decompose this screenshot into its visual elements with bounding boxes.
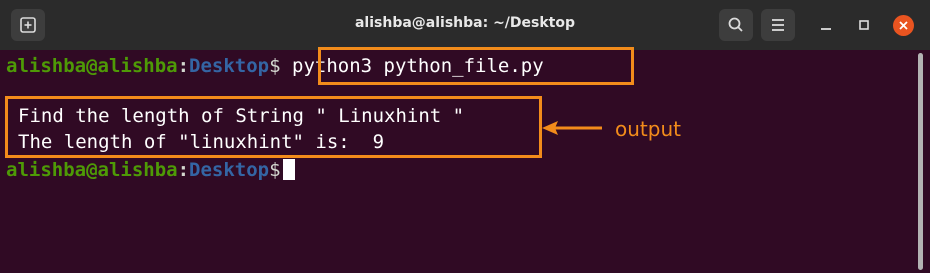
- output-annotation-label: output: [615, 117, 681, 141]
- command-highlight-box: [318, 47, 634, 85]
- prompt-user-host: alishba@alishba: [6, 55, 178, 77]
- title-bar: alishba@alishba: ~/Desktop: [0, 0, 930, 50]
- output-highlight-box: [5, 96, 542, 158]
- scrollbar[interactable]: [918, 53, 923, 270]
- maximize-button[interactable]: [855, 16, 873, 34]
- prompt-colon: :: [177, 159, 190, 181]
- prompt-symbol: $: [269, 159, 281, 181]
- maximize-icon: [859, 20, 869, 30]
- minimize-icon: [821, 28, 831, 30]
- minimize-button[interactable]: [817, 16, 835, 34]
- arrow-left-icon: [542, 121, 602, 135]
- menu-button[interactable]: [761, 9, 795, 41]
- prompt-path: Desktop: [189, 159, 270, 181]
- prompt-symbol: $: [269, 55, 281, 77]
- prompt-user-host: alishba@alishba: [6, 159, 178, 181]
- menu-icon: [772, 19, 784, 31]
- close-icon: [899, 21, 908, 30]
- prompt-line-2: alishba@alishba:Desktop$: [6, 158, 295, 182]
- search-button[interactable]: [719, 9, 753, 41]
- prompt-path: Desktop: [189, 55, 270, 77]
- search-icon: [728, 17, 743, 32]
- prompt-colon: :: [177, 55, 190, 77]
- terminal-cursor: [282, 159, 295, 180]
- close-button[interactable]: [893, 15, 914, 36]
